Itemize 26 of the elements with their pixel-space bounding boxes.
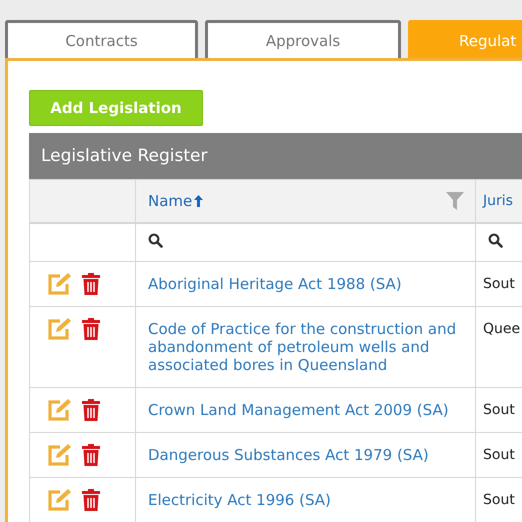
- trash-icon[interactable]: [81, 398, 101, 422]
- legislation-link[interactable]: Crown Land Management Act 2009 (SA): [148, 401, 475, 419]
- trash-icon[interactable]: [81, 488, 101, 512]
- search-icon: [148, 233, 163, 248]
- jurisdiction-text: Sout: [483, 492, 515, 508]
- trash-icon[interactable]: [81, 443, 101, 467]
- legislation-link[interactable]: Aboriginal Heritage Act 1988 (SA): [148, 275, 475, 293]
- jurisdiction-text: Sout: [483, 276, 515, 292]
- jurisdiction-text: Quee: [483, 321, 520, 337]
- jurisdiction-text: Sout: [483, 447, 515, 463]
- trash-icon[interactable]: [81, 317, 101, 341]
- jurisdiction-text: Sout: [483, 402, 515, 418]
- filter-field[interactable]: [136, 223, 476, 262]
- trash-icon[interactable]: [81, 272, 101, 296]
- tab[interactable]: Contracts: [5, 20, 198, 58]
- legislation-link[interactable]: Dangerous Substances Act 1979 (SA): [148, 446, 475, 464]
- table-title: Legislative Register: [41, 146, 208, 166]
- legislation-link[interactable]: Electricity Act 1996 (SA): [148, 491, 475, 509]
- column-header[interactable]: Juris: [476, 180, 522, 223]
- column-label[interactable]: Name: [148, 192, 192, 210]
- column-header[interactable]: Name: [136, 180, 476, 223]
- sort-arrow-icon[interactable]: [193, 194, 204, 208]
- tab[interactable]: Approvals: [205, 20, 401, 58]
- search-icon: [488, 233, 503, 248]
- legislation-link[interactable]: Code of Practice for the construction and abandonment of petroleum wells and associated bores in Queensland: [148, 320, 475, 374]
- column-label[interactable]: Juris: [483, 193, 513, 209]
